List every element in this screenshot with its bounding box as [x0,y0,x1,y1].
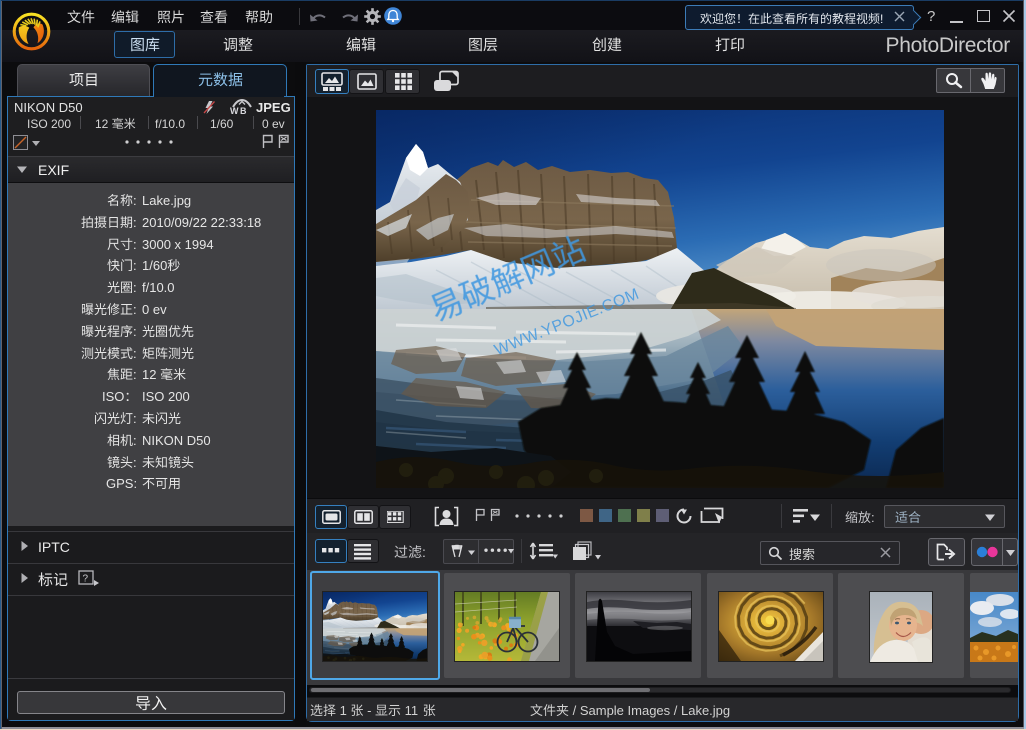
svg-text::: : [133,302,137,317]
svg-text:1: 1 [336,703,350,718]
svg-text:1/60: 1/60 [142,258,167,273]
svg-text::: : [133,280,137,295]
svg-text:GPS:: GPS: [106,476,137,491]
svg-text::: : [133,411,137,426]
svg-text:!: ! [880,12,883,26]
svg-text:12: 12 [95,117,112,131]
svg-text:0 ev: 0 ev [142,302,167,317]
svg-text:B: B [240,106,247,115]
svg-text:IPTC: IPTC [38,539,70,555]
svg-text::: : [133,346,137,361]
svg-text:EXIF: EXIF [38,162,69,178]
svg-text::: : [133,258,137,273]
svg-text::: : [133,324,137,339]
svg-text:?: ? [83,574,89,585]
svg-text:0 ev: 0 ev [262,117,285,131]
svg-text:W: W [230,106,239,115]
svg-text:f/10.0: f/10.0 [142,280,175,295]
svg-text:2010/09/22 22:33:18: 2010/09/22 22:33:18 [142,215,261,230]
svg-text:PhotoDirector: PhotoDirector [886,34,1011,57]
svg-text:ISO: ISO [102,389,124,404]
svg-text:JPEG: JPEG [256,100,291,115]
svg-text::: : [133,367,137,382]
svg-text::: : [871,510,875,525]
svg-text::: : [133,433,137,448]
svg-text::: : [133,215,137,230]
svg-text::: : [133,237,137,252]
svg-text:11: 11 [401,703,422,718]
svg-text:ISO 200: ISO 200 [27,117,71,131]
svg-text:f/10.0: f/10.0 [155,117,185,131]
svg-text::: : [422,544,426,560]
svg-text:1/60: 1/60 [210,117,234,131]
svg-text:ISO 200: ISO 200 [142,389,190,404]
svg-text:NIKON D50: NIKON D50 [142,433,211,448]
svg-text:12: 12 [142,367,160,382]
svg-text::: : [133,455,137,470]
svg-text:-: - [364,703,376,718]
svg-text:Lake.jpg: Lake.jpg [142,193,191,208]
svg-text:3000 x 1994: 3000 x 1994 [142,237,214,252]
svg-text:NIKON D50: NIKON D50 [14,100,83,115]
svg-text:/ Sample Images / Lake.jpg: / Sample Images / Lake.jpg [569,703,730,718]
svg-text:?: ? [927,8,935,25]
svg-text::: : [133,193,137,208]
